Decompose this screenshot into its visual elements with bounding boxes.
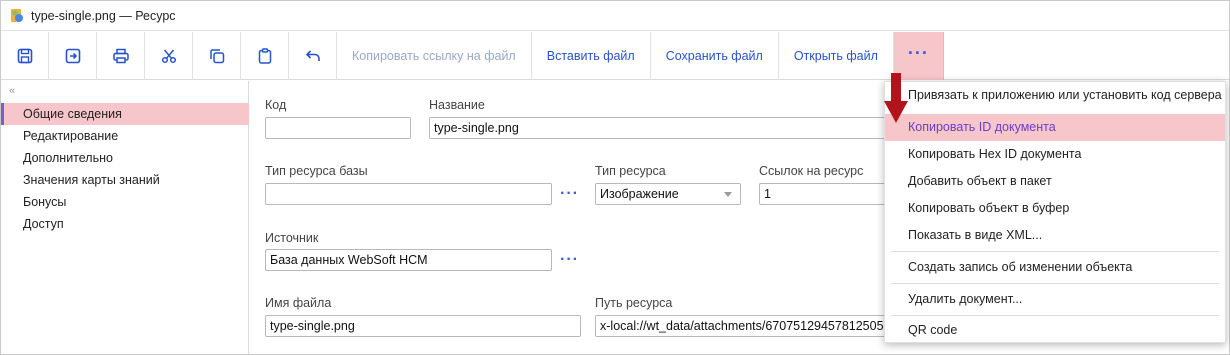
undo-icon [305, 50, 320, 61]
toolbar: Копировать ссылку на файл Вставить файл … [1, 32, 1229, 80]
menu-separator [891, 315, 1219, 316]
base-resource-type-more-icon[interactable]: ··· [560, 186, 579, 202]
code-label: Код [265, 98, 287, 112]
save-as-icon [65, 48, 80, 64]
more-actions-menu: Привязать к приложению или установить ко… [884, 81, 1226, 343]
sidebar-item-editing[interactable]: Редактирование [1, 125, 249, 147]
source-input[interactable]: База данных WebSoft HCM [265, 249, 552, 271]
save-and-close-button[interactable] [49, 32, 97, 80]
sidebar: « Общие сведения Редактирование Дополнит… [1, 81, 249, 354]
copy-icon [209, 49, 224, 64]
menu-item-copy-to-buffer[interactable]: Копировать объект в буфер [885, 195, 1225, 222]
copy-file-link-button[interactable]: Копировать ссылку на файл [337, 32, 532, 80]
menu-separator [891, 283, 1219, 284]
open-file-button[interactable]: Открыть файл [779, 32, 894, 80]
base-resource-type-input[interactable] [265, 183, 552, 205]
base-resource-type-label: Тип ресурса базы [265, 164, 368, 178]
menu-item-bind-app[interactable]: Привязать к приложению или установить ко… [885, 82, 1225, 109]
menu-item-qr-code[interactable]: QR code [885, 317, 1225, 344]
paste-button[interactable] [241, 32, 289, 80]
filename-input[interactable]: type-single.png [265, 315, 581, 337]
print-button[interactable] [97, 32, 145, 80]
collapse-sidebar-icon[interactable]: « [9, 85, 15, 97]
sidebar-item-knowledge-map[interactable]: Значения карты знаний [1, 169, 249, 191]
filename-label: Имя файла [265, 296, 332, 310]
menu-item-show-xml[interactable]: Показать в виде XML... [885, 222, 1225, 249]
more-dots-icon: ··· [907, 43, 929, 63]
sidebar-item-additional[interactable]: Дополнительно [1, 147, 249, 169]
code-input[interactable] [265, 117, 411, 139]
sidebar-nav: Общие сведения Редактирование Дополнител… [1, 103, 249, 235]
resource-path-input[interactable]: x-local://wt_data/attachments/6707512945… [595, 315, 889, 337]
paste-icon [258, 48, 271, 64]
menu-item-copy-document-id[interactable]: Копировать ID документа [885, 114, 1225, 141]
print-icon [112, 48, 129, 64]
resource-type-label: Тип ресурса [595, 164, 666, 178]
sidebar-item-bonuses[interactable]: Бонусы [1, 191, 249, 213]
name-input[interactable]: type-single.png [429, 117, 889, 139]
insert-file-button[interactable]: Вставить файл [532, 32, 651, 80]
save-file-button[interactable]: Сохранить файл [651, 32, 779, 80]
save-button[interactable] [1, 32, 49, 80]
cut-icon [161, 49, 176, 64]
resource-type-value: Изображение [600, 187, 679, 201]
links-count-label: Ссылок на ресурс [759, 164, 864, 178]
source-label: Источник [265, 231, 319, 245]
links-count-input[interactable]: 1 [759, 183, 889, 205]
undo-button[interactable] [289, 32, 337, 80]
menu-item-create-change-record[interactable]: Создать запись об изменении объекта [885, 254, 1225, 281]
menu-item-copy-hex-id[interactable]: Копировать Hex ID документа [885, 141, 1225, 168]
cut-button[interactable] [145, 32, 193, 80]
copy-button[interactable] [193, 32, 241, 80]
menu-separator [891, 251, 1219, 252]
resource-path-label: Путь ресурса [595, 296, 673, 310]
window-title: type-single.png — Ресурс [31, 8, 176, 23]
resource-app-icon [11, 8, 23, 22]
menu-item-add-to-package[interactable]: Добавить объект в пакет [885, 168, 1225, 195]
down-arrow-annotation-icon [884, 73, 908, 123]
source-more-icon[interactable]: ··· [560, 252, 579, 268]
sidebar-item-general[interactable]: Общие сведения [1, 103, 249, 125]
title-bar: type-single.png — Ресурс [1, 1, 1229, 31]
name-label: Название [429, 98, 485, 112]
resource-type-select[interactable]: Изображение [595, 183, 741, 205]
menu-item-delete-document[interactable]: Удалить документ... [885, 286, 1225, 313]
sidebar-item-access[interactable]: Доступ [1, 213, 249, 235]
save-icon [17, 48, 32, 64]
